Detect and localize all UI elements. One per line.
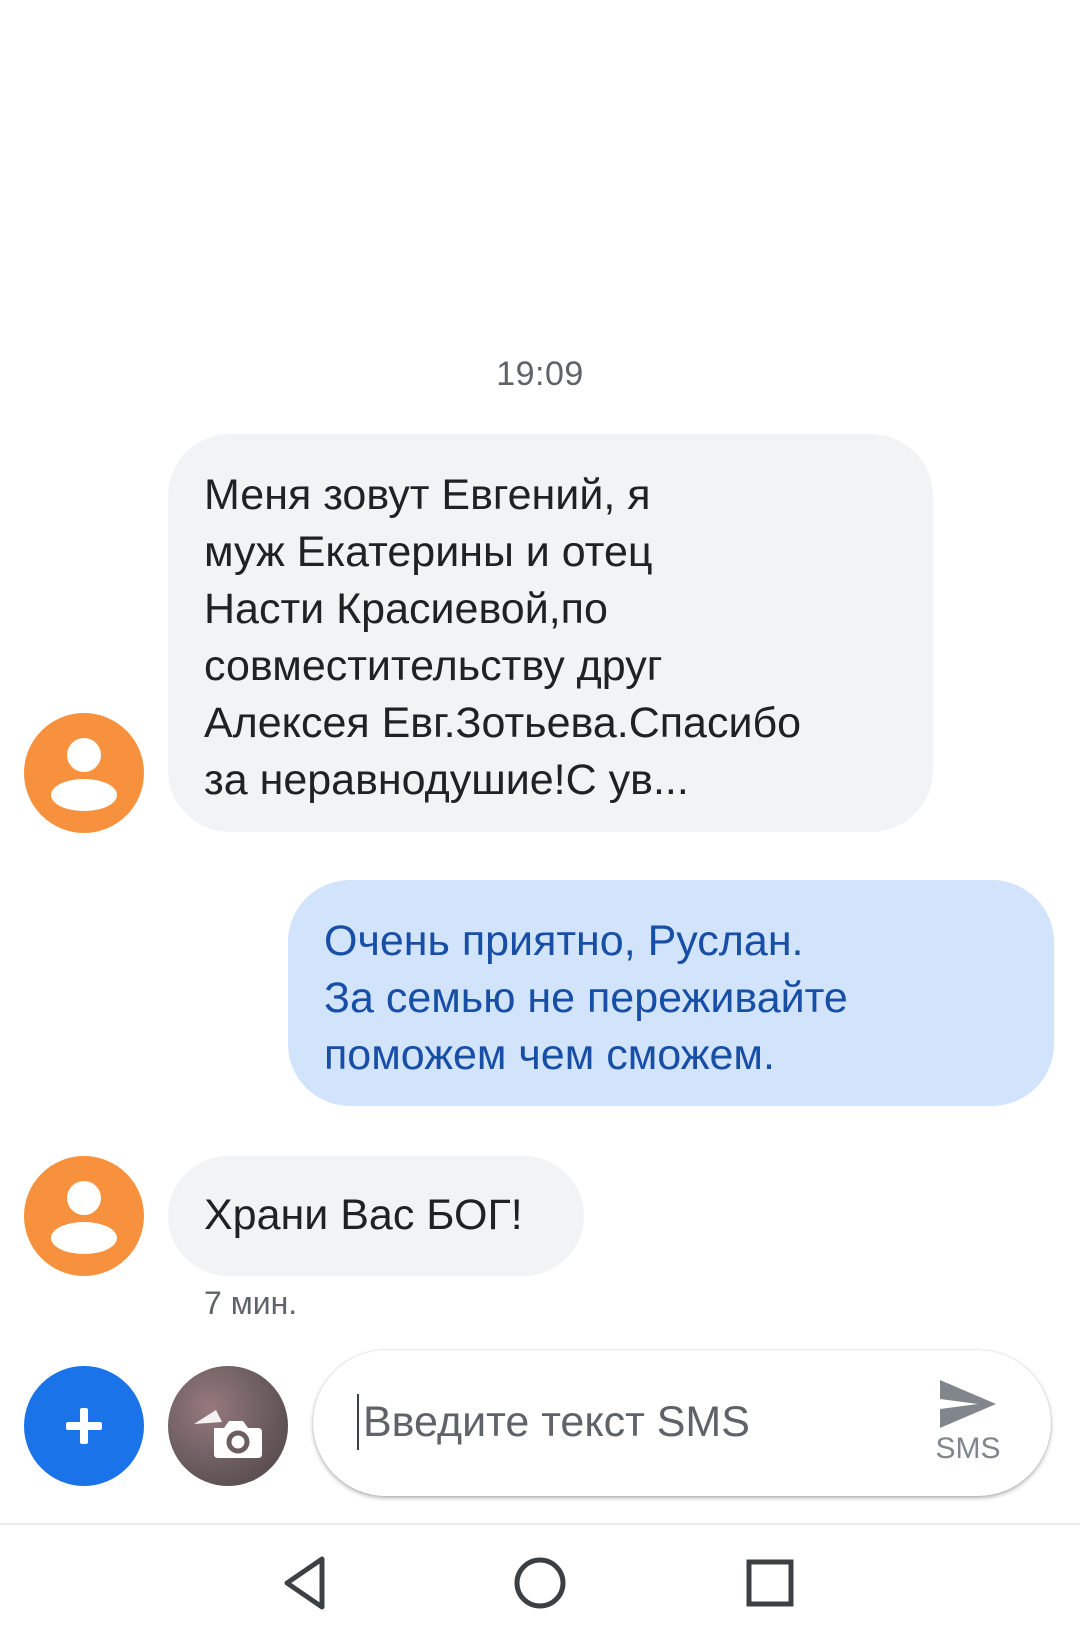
plus-icon bbox=[66, 1408, 102, 1444]
message-line: За семью не переживайте bbox=[324, 974, 848, 1022]
message-input[interactable] bbox=[357, 1394, 883, 1450]
contact-avatar[interactable] bbox=[24, 713, 144, 833]
message-line: Насти Красиевой,по bbox=[204, 585, 608, 633]
contact-avatar[interactable] bbox=[24, 1156, 144, 1276]
home-circle-icon bbox=[514, 1557, 566, 1609]
attach-button[interactable] bbox=[24, 1366, 144, 1486]
message-line: Алексея Евг.Зотьева.Спасибо bbox=[204, 699, 802, 747]
message-line: муж Екатерины и отец bbox=[204, 528, 653, 576]
message-bubble-incoming[interactable]: Меня зовут Евгений, я муж Екатерины и от… bbox=[168, 434, 933, 832]
message-line: за неравнодушие!С ув... bbox=[204, 756, 689, 804]
person-icon bbox=[51, 738, 117, 811]
message-bubble-outgoing[interactable]: Очень приятно, Руслан. За семью не переж… bbox=[288, 880, 1054, 1106]
system-navigation-bar bbox=[0, 1523, 1080, 1641]
message-line: совместительству друг bbox=[204, 642, 663, 690]
nav-recents-button[interactable] bbox=[738, 1551, 802, 1615]
camera-icon bbox=[168, 1366, 288, 1486]
message-line: Храни Вас БОГ! bbox=[204, 1191, 523, 1239]
send-label: SMS bbox=[935, 1432, 1001, 1465]
message-bubble-incoming[interactable]: Храни Вас БОГ! bbox=[168, 1156, 584, 1276]
gallery-button[interactable] bbox=[168, 1366, 288, 1486]
message-time: 7 мин. bbox=[204, 1285, 298, 1321]
person-icon bbox=[51, 1181, 117, 1254]
send-button[interactable]: SMS bbox=[913, 1372, 1023, 1476]
send-icon bbox=[940, 1380, 996, 1428]
message-line: Очень приятно, Руслан. bbox=[324, 917, 804, 965]
nav-home-button[interactable] bbox=[508, 1551, 572, 1615]
recents-square-icon bbox=[746, 1559, 794, 1607]
message-line: поможем чем сможем. bbox=[324, 1031, 775, 1079]
conversation-timestamp: 19:09 bbox=[496, 355, 584, 393]
message-line: Меня зовут Евгений, я bbox=[204, 471, 651, 519]
nav-back-button[interactable] bbox=[277, 1551, 341, 1615]
back-triangle-icon bbox=[284, 1556, 325, 1610]
message-composer: SMS bbox=[313, 1350, 1051, 1496]
